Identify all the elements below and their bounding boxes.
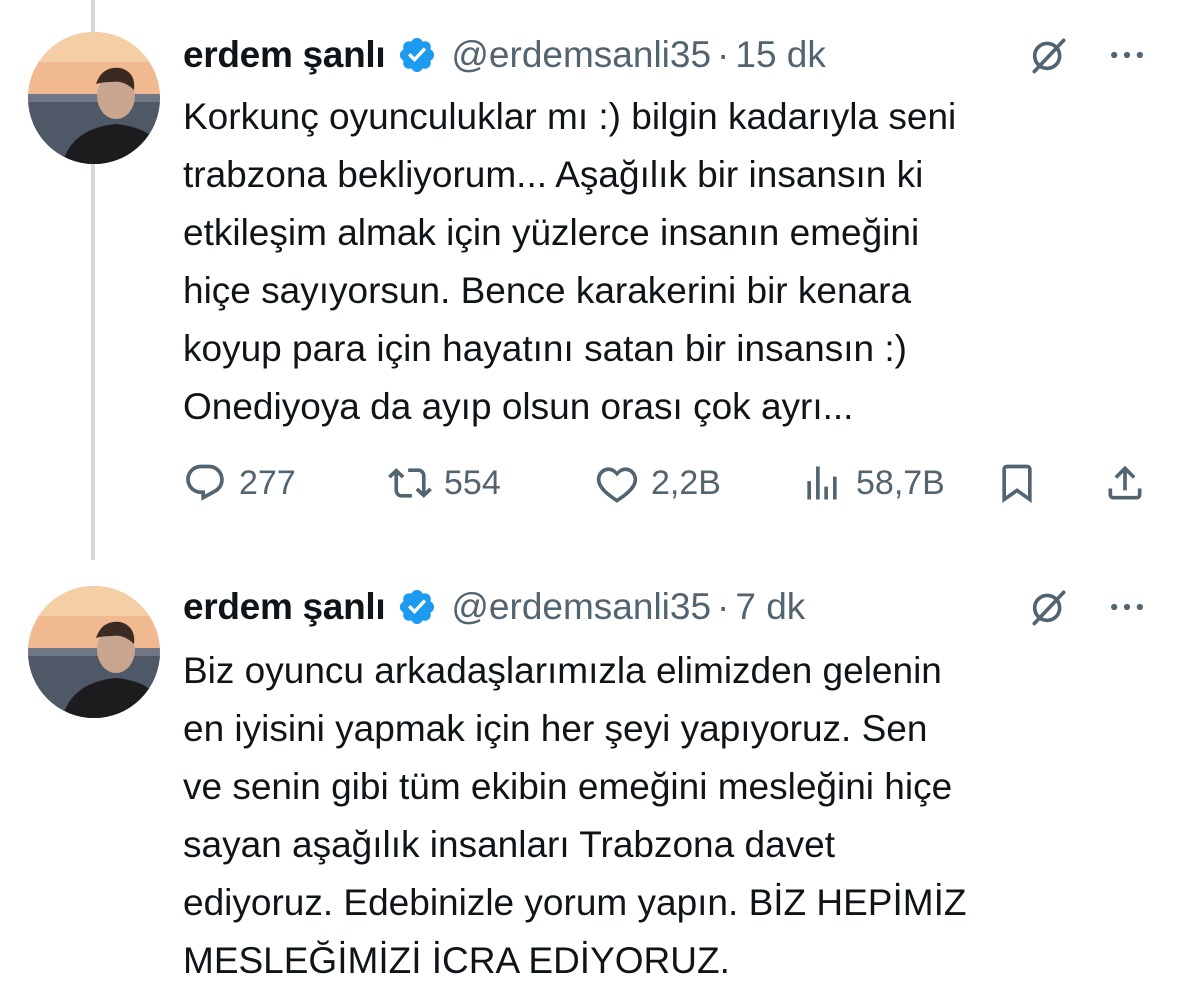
retweet-count: 554 [444, 463, 501, 502]
like-icon [596, 467, 638, 503]
share-icon [1108, 465, 1142, 500]
tweet-text-line: en iyisini yapmak için her şeyi yapıyoru… [183, 708, 928, 749]
tweet-header: erdem şanlı @erdemsanli35 · 7 dk [183, 582, 1149, 632]
tweet-text-line: etkileşim almak için yüzlerce insanın em… [183, 212, 920, 253]
tweet-timestamp[interactable]: 15 dk [735, 34, 826, 76]
like-count: 2,2B [651, 463, 721, 502]
views-button[interactable]: 58,7B [800, 455, 945, 511]
bookmark-icon [1002, 464, 1032, 504]
author-name[interactable]: erdem şanlı [183, 34, 386, 76]
tweet-text-line: trabzona bekliyorum... Aşağılık bir insa… [183, 154, 924, 195]
grok-icon[interactable] [1027, 33, 1071, 77]
tweet-text-line: Onediyoya da ayıp olsun orası çok ayrı..… [183, 386, 854, 427]
reply-icon [186, 464, 224, 501]
tweet-timestamp[interactable]: 7 dk [735, 586, 805, 628]
avatar-photo [28, 32, 160, 164]
avatar[interactable] [28, 586, 160, 718]
tweet-header: erdem şanlı @erdemsanli35 · 15 dk [183, 30, 1149, 80]
avatar-photo [28, 586, 160, 718]
reply-button[interactable]: 277 [183, 455, 296, 511]
bookmark-button[interactable] [995, 455, 1039, 511]
tweet[interactable]: erdem şanlı @erdemsanli35 · 7 dk Biz oyu… [0, 572, 1179, 988]
tweet-text-line: MESLEĞİMİZİ İCRA EDİYORUZ. [183, 940, 730, 981]
views-icon [807, 466, 837, 500]
author-handle[interactable]: @erdemsanli35 [451, 34, 711, 76]
more-icon[interactable] [1105, 585, 1149, 629]
avatar[interactable] [28, 32, 160, 164]
share-button[interactable] [1103, 455, 1147, 511]
retweet-icon [388, 468, 432, 498]
more-icon[interactable] [1105, 33, 1149, 77]
verified-badge-icon [400, 37, 435, 73]
verified-badge-icon [400, 589, 435, 625]
tweet-text-line: Korkunç oyunculuklar mı :) bilgin kadarı… [183, 96, 957, 137]
separator-dot: · [717, 34, 730, 75]
tweet-header-actions [1027, 30, 1149, 80]
retweet-button[interactable]: 554 [388, 455, 501, 511]
reply-count: 277 [239, 463, 296, 502]
tweet-text-line: sayan aşağılık insanları Trabzona davet [183, 824, 835, 865]
views-count: 58,7B [856, 463, 945, 502]
author-handle[interactable]: @erdemsanli35 [451, 586, 711, 628]
separator-dot: · [717, 586, 730, 627]
tweet-text-line: Biz oyuncu arkadaşlarımızla elimizden ge… [183, 650, 942, 691]
tweet-text-line: koyup para için hayatını satan bir insan… [183, 328, 907, 369]
tweet[interactable]: erdem şanlı @erdemsanli35 · 15 dk Korkun… [0, 0, 1179, 545]
tweet-text: Korkunç oyunculuklar mı :) bilgin kadarı… [183, 88, 1139, 436]
tweet-text: Biz oyuncu arkadaşlarımızla elimizden ge… [183, 642, 1139, 990]
tweet-text-line: ve senin gibi tüm ekibin emeğini mesleği… [183, 766, 953, 807]
like-button[interactable]: 2,2B [595, 455, 721, 511]
tweet-text-line: hiçe sayıyorsun. Bence karakerini bir ke… [183, 270, 912, 311]
author-name[interactable]: erdem şanlı [183, 586, 386, 628]
grok-icon[interactable] [1027, 585, 1071, 629]
tweet-header-actions [1027, 582, 1149, 632]
tweet-text-line: ediyoruz. Edebinizle yorum yapın. BİZ HE… [183, 882, 967, 923]
tweet-actions: 277 554 2,2B 58,7B [183, 455, 1149, 511]
